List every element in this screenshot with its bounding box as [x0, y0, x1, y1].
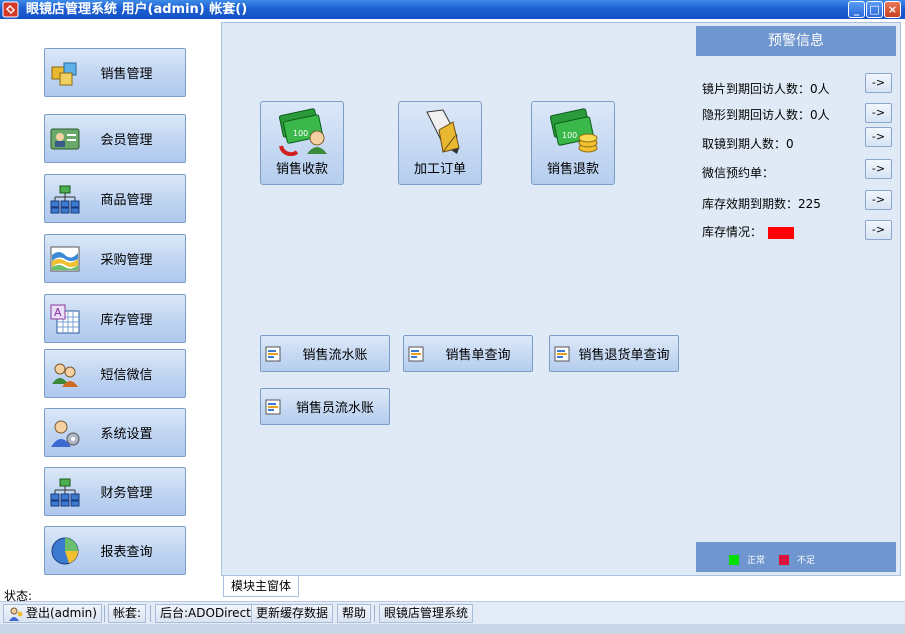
report-icon [265, 346, 281, 361]
title-bar: 眼镜店管理系统 用户(admin) 帐套() _ □ × [0, 0, 905, 19]
boxes-icon [48, 56, 82, 90]
sidebar-item-label: 财务管理 [100, 486, 153, 501]
big-button-label: 销售收款 [275, 162, 328, 177]
sidebar-item-sms-wechat[interactable]: 短信微信 [44, 349, 186, 398]
big-button-label: 加工订单 [413, 162, 466, 177]
statusbar-separator [150, 605, 151, 622]
legend-normal-swatch [729, 554, 739, 565]
sidebar-item-label: 商品管理 [100, 193, 153, 208]
processing-order-button[interactable]: 加工订单 [398, 101, 482, 185]
stock-expiry-goto-button[interactable]: -> [865, 190, 892, 210]
pickup-due-count: 取镜到期人数：0 [702, 137, 794, 151]
stock-status-goto-button[interactable]: -> [865, 220, 892, 240]
sidebar-item-reports[interactable]: 报表查询 [44, 526, 186, 575]
status-bar: 登出(admin) 帐套: 后台:ADODirect 更新缓存数据 帮助 眼镜店… [0, 601, 905, 624]
org-chart-icon [48, 182, 82, 216]
sidebar-item-label: 销售管理 [100, 67, 153, 82]
sidebar-item-sales[interactable]: 销售管理 [44, 48, 186, 97]
sidebar-item-members[interactable]: 会员管理 [44, 114, 186, 163]
legend-insufficient-swatch [779, 554, 789, 565]
svg-text:100: 100 [293, 129, 308, 138]
legend-label: 不足 [797, 556, 816, 566]
lens-revisit-goto-button[interactable]: -> [865, 73, 892, 93]
minimize-button[interactable]: _ [848, 1, 865, 18]
account-field: 帐套: [108, 604, 147, 623]
wechat-booking-goto-button[interactable]: -> [865, 159, 892, 179]
sidebar-item-label: 报表查询 [100, 545, 153, 560]
app-logo-icon [2, 1, 19, 18]
org-chart-icon [48, 475, 82, 509]
sidebar-item-products[interactable]: 商品管理 [44, 174, 186, 223]
salesperson-journal-button[interactable]: 销售员流水账 [260, 388, 390, 425]
stock-status-indicator [768, 226, 795, 239]
stock-status-row: 库存情况： [702, 223, 795, 240]
stock-status-label: 库存情况： [702, 225, 763, 239]
wave-chart-icon [48, 242, 82, 276]
sidebar-item-system-settings[interactable]: 系统设置 [44, 408, 186, 457]
sidebar-item-label: 采购管理 [100, 253, 153, 268]
sales-return-query-button[interactable]: 销售退货单查询 [549, 335, 679, 372]
member-card-icon [48, 122, 82, 156]
users-icon [48, 357, 82, 391]
backend-field: 后台:ADODirect [155, 604, 256, 623]
pickup-due-goto-button[interactable]: -> [865, 127, 892, 147]
report-icon [265, 399, 281, 414]
query-button-label: 销售流水账 [302, 348, 368, 363]
report-icon [408, 346, 424, 361]
contact-revisit-goto-button[interactable]: -> [865, 103, 892, 123]
sidebar-item-label: 短信微信 [100, 368, 153, 383]
calendar-grid-icon: A [48, 302, 82, 336]
legend-label: 正常 [747, 556, 766, 566]
sidebar: 销售管理 会员管理 商品管理 采购管理 A 库存管理 短信微信 系统设置 财务管… [0, 19, 220, 585]
contact-revisit-count: 隐形到期回访人数：0人 [702, 108, 830, 122]
bottom-edge [0, 624, 905, 634]
query-button-label: 销售员流水账 [295, 401, 374, 416]
sidebar-item-inventory[interactable]: A 库存管理 [44, 294, 186, 343]
sales-order-query-button[interactable]: 销售单查询 [403, 335, 533, 372]
sales-receive-button[interactable]: 100 销售收款 [260, 101, 344, 185]
logout-button[interactable]: 登出(admin) [3, 604, 102, 623]
legend-normal: 正常 [729, 553, 765, 566]
warning-panel-title: 预警信息 [696, 26, 896, 56]
statusbar-separator [374, 605, 375, 622]
refresh-cache-button[interactable]: 更新缓存数据 [251, 604, 334, 623]
sidebar-item-purchasing[interactable]: 采购管理 [44, 234, 186, 283]
maximize-button[interactable]: □ [866, 1, 883, 18]
window-title: 眼镜店管理系统 用户(admin) 帐套() [26, 2, 248, 17]
stock-expiry-count: 库存效期到期数：225 [702, 197, 821, 211]
system-name-field: 眼镜店管理系统 [379, 604, 474, 623]
svg-text:A: A [54, 306, 62, 319]
sidebar-item-label: 系统设置 [100, 427, 153, 442]
sidebar-item-label: 库存管理 [100, 313, 153, 328]
sidebar-item-finance[interactable]: 财务管理 [44, 467, 186, 516]
wechat-booking: 微信预约单： [702, 166, 775, 180]
svg-text:100: 100 [562, 131, 577, 140]
sales-refund-button[interactable]: 100 销售退款 [531, 101, 615, 185]
close-button[interactable]: × [884, 1, 901, 18]
statusbar-separator [104, 605, 105, 622]
money-refund-icon: 100 [549, 108, 598, 153]
lens-revisit-count: 镜片到期回访人数：0人 [702, 82, 830, 96]
sidebar-item-label: 会员管理 [100, 133, 153, 148]
big-button-label: 销售退款 [546, 162, 599, 177]
tab-main-module[interactable]: 模块主窗体 [223, 576, 299, 597]
query-button-label: 销售退货单查询 [578, 348, 670, 363]
pen-nib-icon [426, 109, 460, 154]
status-legend: 正常 不足 [696, 542, 896, 572]
sales-journal-button[interactable]: 销售流水账 [260, 335, 390, 372]
user-settings-icon [48, 416, 82, 450]
query-button-label: 销售单查询 [445, 348, 511, 363]
logout-label: 登出(admin) [26, 606, 97, 620]
report-icon [554, 346, 570, 361]
help-button[interactable]: 帮助 [337, 604, 372, 623]
money-receive-icon: 100 [278, 108, 327, 156]
user-icon [9, 607, 23, 621]
legend-insufficient: 不足 [779, 553, 815, 566]
pie-chart-icon [48, 534, 82, 568]
